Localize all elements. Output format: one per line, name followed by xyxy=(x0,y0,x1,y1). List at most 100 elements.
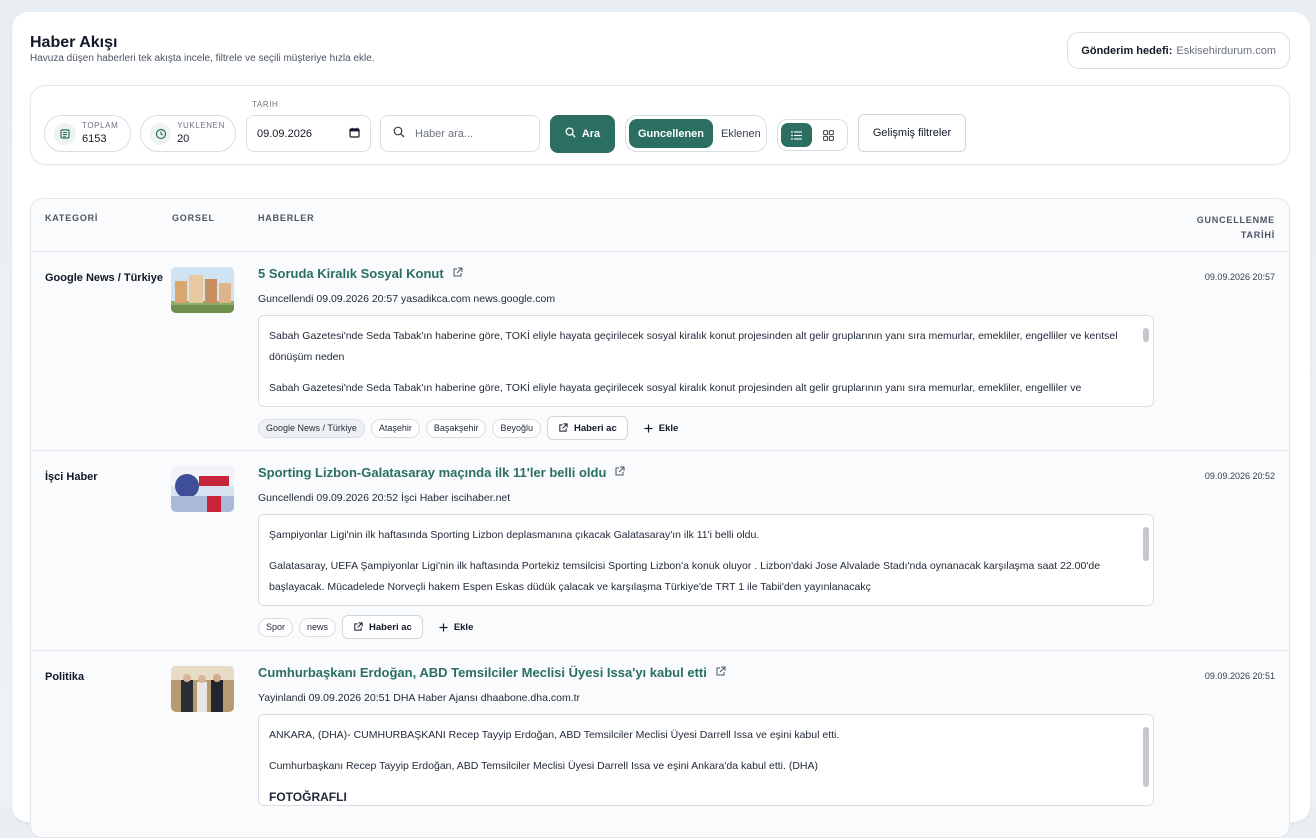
add-news-button[interactable]: Ekle xyxy=(634,416,689,440)
tag-chip[interactable]: Beyoğlu xyxy=(492,418,541,438)
news-feed-panel: Haber Akışı Havuza düşen haberleri tek a… xyxy=(12,12,1310,838)
delivery-target-label: Gönderim hedefi: xyxy=(1081,44,1173,57)
news-paragraph: Sabah Gazetesi'nde Seda Tabak'ın haberin… xyxy=(269,382,1082,394)
tag-chip[interactable]: news xyxy=(299,617,337,637)
news-title-text: Cumhurbaşkanı Erdoğan, ABD Temsilciler M… xyxy=(258,665,707,680)
external-link-icon[interactable] xyxy=(614,465,625,480)
add-news-button[interactable]: Ekle xyxy=(429,615,484,639)
header-updated-line2: TARİHİ xyxy=(1240,230,1275,240)
row-tags: Spor news Haberi ac Ekle xyxy=(258,615,483,639)
loaded-stat: YUKLENEN 20 xyxy=(140,115,236,152)
search-button-label: Ara xyxy=(581,128,601,140)
header-updated: GUNCELLENME TARİHİ xyxy=(1197,213,1275,243)
view-toggle xyxy=(777,119,848,151)
sort-added-button[interactable]: Eklenen xyxy=(713,128,769,140)
news-body-scrollbar[interactable] xyxy=(1143,523,1149,601)
row-tags: Google News / Türkiye Ataşehir Başakşehi… xyxy=(258,416,688,440)
header-news: HABERLER xyxy=(258,213,315,223)
header-image: GORSEL xyxy=(172,213,215,223)
filter-toolbar: TOPLAM 6153 YUKLENEN 20 TARİH 09.09.2026 xyxy=(30,85,1290,165)
open-news-button[interactable]: Haberi ac xyxy=(342,615,423,639)
search-field[interactable] xyxy=(380,115,540,152)
row-category: Politika xyxy=(45,671,85,683)
delivery-target-value: Eskisehirdurum.com xyxy=(1176,44,1276,57)
calendar-icon[interactable] xyxy=(349,127,360,141)
news-paragraph: ANKARA, (DHA)- CUMHURBAŞKANI Recep Tayyi… xyxy=(269,729,840,741)
row-updated-date: 09.09.2026 20:51 xyxy=(1204,671,1275,681)
date-label: TARİH xyxy=(252,100,279,109)
news-thumbnail[interactable] xyxy=(171,466,234,512)
news-title-link[interactable]: Sporting Lizbon-Galatasaray maçında ilk … xyxy=(258,465,625,480)
delivery-target[interactable]: Gönderim hedefi: Eskisehirdurum.com xyxy=(1067,32,1290,69)
search-icon xyxy=(393,126,405,141)
total-stat: TOPLAM 6153 xyxy=(44,115,131,152)
external-link-icon xyxy=(354,622,363,631)
tag-chip[interactable]: Spor xyxy=(258,617,294,637)
news-paragraph: Galatasaray, UEFA Şampiyonlar Ligi'nin i… xyxy=(269,560,1101,593)
loaded-value: 20 xyxy=(177,133,190,145)
add-news-label: Ekle xyxy=(658,422,679,434)
open-news-label: Haberi ac xyxy=(369,621,412,633)
scrollbar-thumb[interactable] xyxy=(1143,328,1149,342)
external-link-icon[interactable] xyxy=(715,665,726,680)
open-news-label: Haberi ac xyxy=(573,422,617,434)
plus-icon xyxy=(644,424,653,432)
date-value: 09.09.2026 xyxy=(257,127,313,140)
page-title: Haber Akışı xyxy=(30,34,118,51)
row-updated-date: 09.09.2026 20:52 xyxy=(1204,471,1275,481)
scrollbar-thumb[interactable] xyxy=(1143,727,1149,787)
grid-view-icon[interactable] xyxy=(814,123,845,147)
news-meta: Guncellendi 09.09.2026 20:52 İşci Haber … xyxy=(258,492,511,504)
news-paragraph: FOTOĞRAFLI xyxy=(269,790,347,804)
news-meta: Guncellendi 09.09.2026 20:57 yasadikca.c… xyxy=(258,293,556,305)
total-label: TOPLAM xyxy=(82,121,119,130)
news-title-text: 5 Soruda Kiralık Sosyal Konut xyxy=(258,266,444,281)
row-category: İşci Haber xyxy=(45,471,98,483)
news-title-text: Sporting Lizbon-Galatasaray maçında ilk … xyxy=(258,465,607,480)
row-updated-date: 09.09.2026 20:57 xyxy=(1204,272,1275,282)
list-view-icon[interactable] xyxy=(781,123,812,147)
header-updated-line1: GUNCELLENME xyxy=(1196,215,1275,225)
news-body-scrollbar[interactable] xyxy=(1143,324,1149,402)
tag-chip[interactable]: Google News / Türkiye xyxy=(258,418,365,438)
news-body[interactable]: Şampiyonlar Ligi'nin ilk haftasında Spor… xyxy=(258,514,1154,606)
sort-updated-button[interactable]: Guncellenen xyxy=(629,119,714,148)
search-button-icon xyxy=(565,127,576,141)
news-paragraph: Cumhurbaşkanı Recep Tayyip Erdoğan, ABD … xyxy=(269,760,819,772)
news-thumbnail[interactable] xyxy=(171,666,234,712)
table-header: KATEGORİ GORSEL HABERLER GUNCELLENME TAR… xyxy=(31,199,1289,252)
news-table: KATEGORİ GORSEL HABERLER GUNCELLENME TAR… xyxy=(30,198,1290,838)
search-button[interactable]: Ara xyxy=(550,115,615,153)
page-subtitle: Havuza düşen haberleri tek akışta incele… xyxy=(30,53,375,64)
news-paragraph: Şampiyonlar Ligi'nin ilk haftasında Spor… xyxy=(269,529,760,541)
news-meta: Yayinlandi 09.09.2026 20:51 DHA Haber Aj… xyxy=(258,692,581,704)
sort-toggle: Guncellenen Eklenen xyxy=(625,115,767,152)
date-input[interactable]: 09.09.2026 xyxy=(246,115,371,152)
news-thumbnail[interactable] xyxy=(171,267,234,313)
loaded-label: YUKLENEN xyxy=(177,121,225,130)
search-input[interactable] xyxy=(415,127,525,140)
row-category: Google News / Türkiye xyxy=(45,272,163,284)
news-body[interactable]: Sabah Gazetesi'nde Seda Tabak'ın haberin… xyxy=(258,315,1154,407)
plus-icon xyxy=(439,623,448,631)
tag-chip[interactable]: Ataşehir xyxy=(370,418,420,438)
advanced-filters-button[interactable]: Gelişmiş filtreler xyxy=(858,114,966,152)
news-paragraph: Sabah Gazetesi'nde Seda Tabak'ın haberin… xyxy=(269,330,1118,363)
table-row: İşci Haber Sporting Lizbon-Galatasaray m… xyxy=(31,451,1289,651)
external-link-icon[interactable] xyxy=(452,266,463,281)
external-link-icon xyxy=(559,423,568,432)
newspaper-icon xyxy=(54,122,76,145)
total-value: 6153 xyxy=(82,133,107,145)
news-body[interactable]: ANKARA, (DHA)- CUMHURBAŞKANI Recep Tayyi… xyxy=(258,714,1154,806)
header-category: KATEGORİ xyxy=(45,213,99,223)
add-news-label: Ekle xyxy=(453,621,474,633)
open-news-button[interactable]: Haberi ac xyxy=(546,416,628,440)
table-row: Politika Cumhurbaşkanı Erdoğan, ABD Tems… xyxy=(31,651,1289,837)
table-row: Google News / Türkiye 5 Soruda Kiralık S… xyxy=(31,252,1289,451)
news-body-scrollbar[interactable] xyxy=(1143,723,1149,801)
clock-icon xyxy=(150,122,172,145)
scrollbar-thumb[interactable] xyxy=(1143,527,1149,561)
news-title-link[interactable]: 5 Soruda Kiralık Sosyal Konut xyxy=(258,266,463,281)
tag-chip[interactable]: Başakşehir xyxy=(425,418,487,438)
news-title-link[interactable]: Cumhurbaşkanı Erdoğan, ABD Temsilciler M… xyxy=(258,665,726,680)
